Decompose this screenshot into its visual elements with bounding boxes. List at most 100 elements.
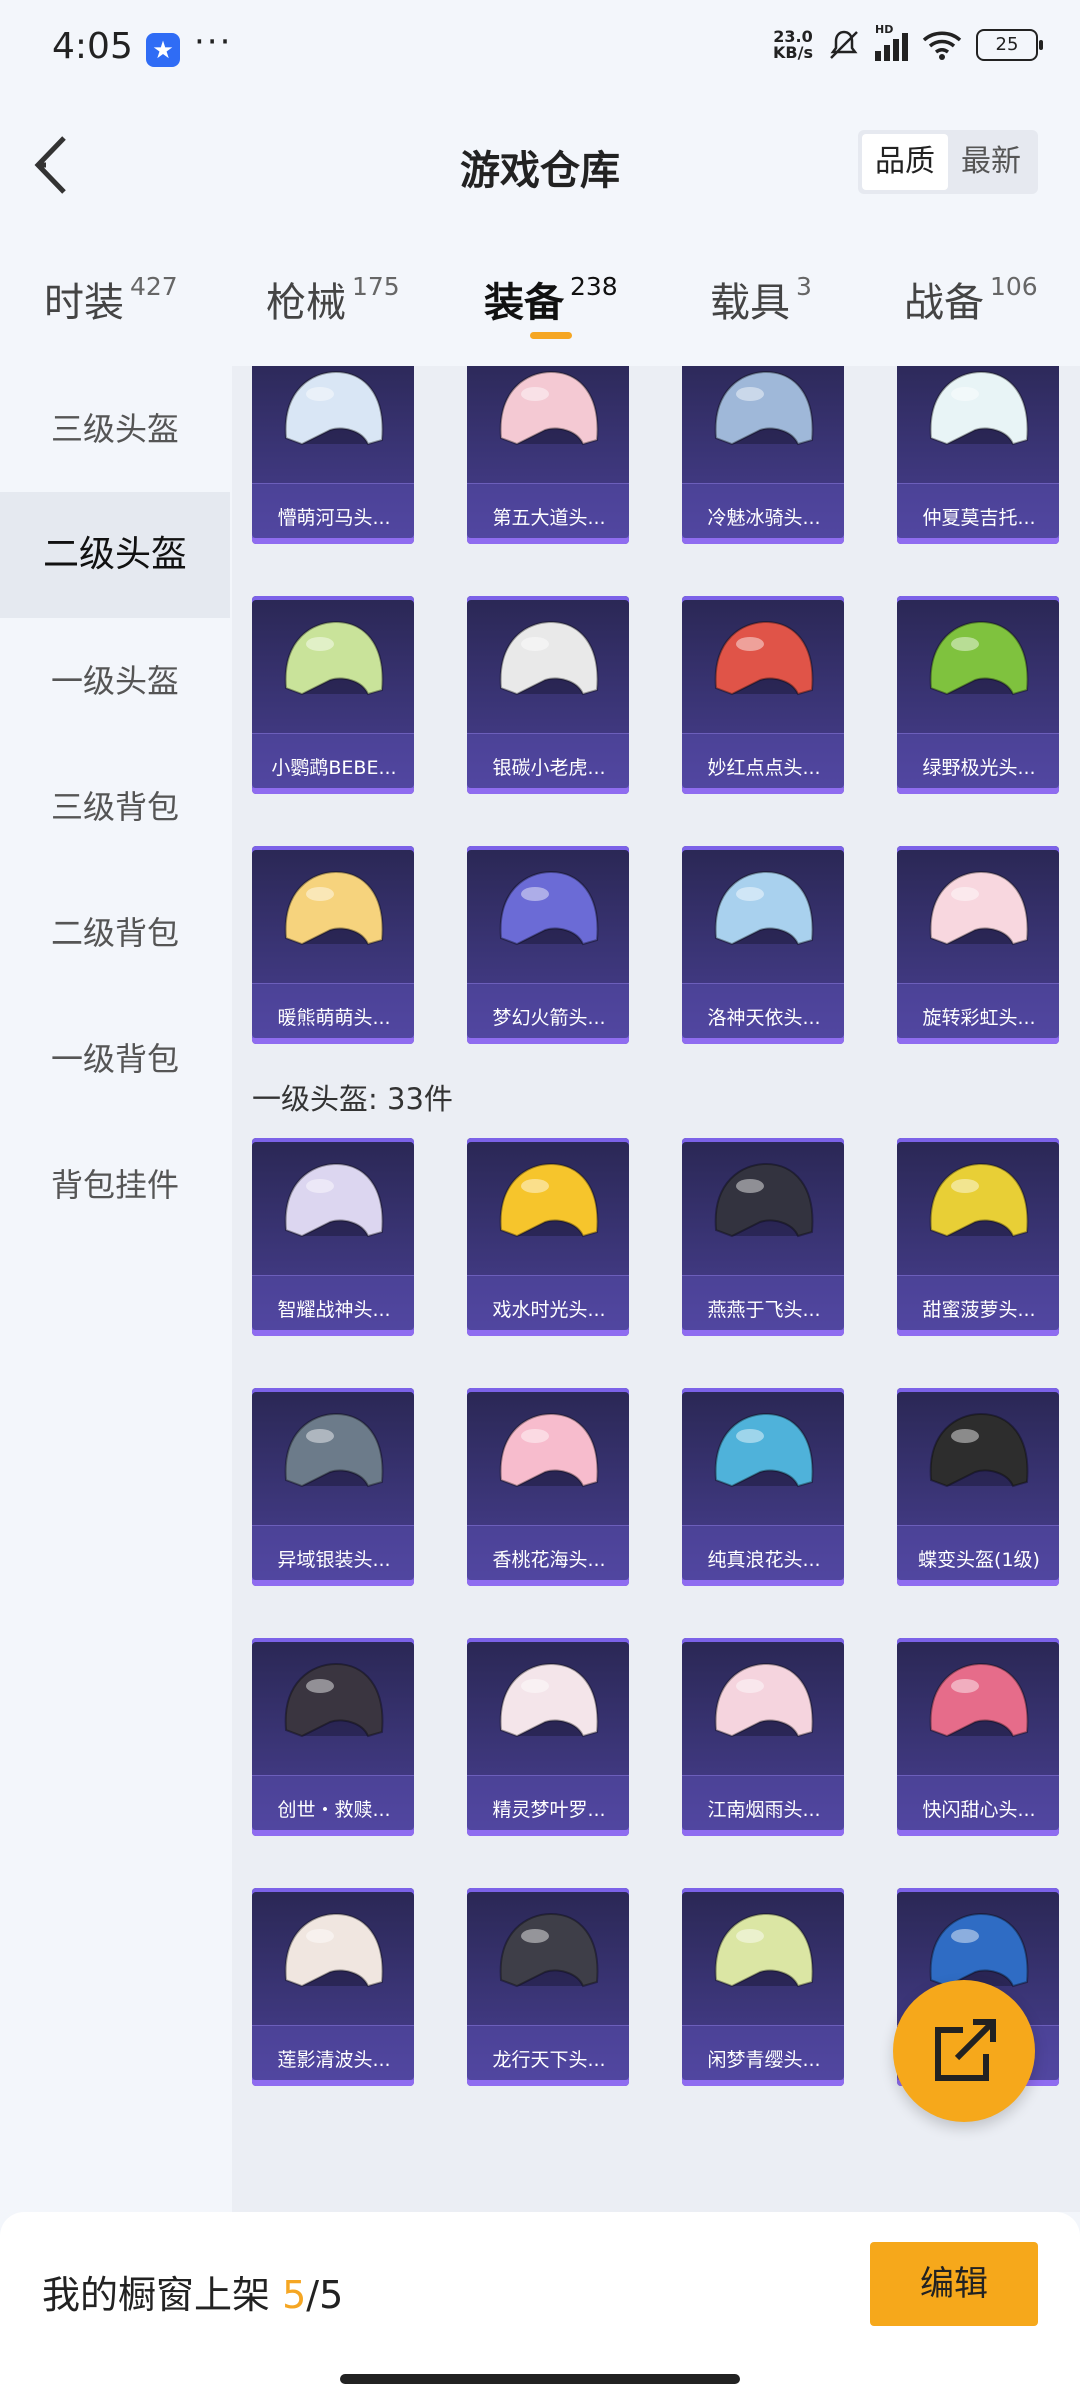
edit-button[interactable]: 编辑 <box>870 2242 1038 2326</box>
level1-helmet-grid: 智耀战神头... 戏水时光头... 燕燕于飞头... 甜蜜菠萝头... 异域银装头...… <box>252 1138 1060 2086</box>
level1-helmet-card[interactable]: 香桃花海头... <box>467 1388 629 1586</box>
level1-helmet-card[interactable]: 蝶变头盔(1级) <box>897 1388 1059 1586</box>
share-fab-button[interactable] <box>893 1980 1035 2122</box>
helmet-icon <box>929 370 1029 446</box>
helmet-icon <box>714 1662 814 1738</box>
helmet-icon <box>499 1412 599 1488</box>
helmet-icon <box>284 1662 384 1738</box>
sidebar-item-level1-backpack[interactable]: 一级背包 <box>0 996 230 1122</box>
item-name: 银碳小老虎... <box>492 757 606 779</box>
app-notification-icon: ★ <box>146 33 180 67</box>
item-name: 江南烟雨头... <box>707 1799 821 1821</box>
helmet-icon <box>929 620 1029 696</box>
item-name: 绿野极光头... <box>922 757 1036 779</box>
level2-helmet-card[interactable]: 妙红点点头... <box>682 596 844 794</box>
level1-helmet-card[interactable]: 江南烟雨头... <box>682 1638 844 1836</box>
helmet-icon <box>499 370 599 446</box>
sidebar: 三级头盔 二级头盔 一级头盔 三级背包 二级背包 一级背包 背包挂件 <box>0 366 230 2212</box>
sidebar-item-level1-helmet[interactable]: 一级头盔 <box>0 618 230 744</box>
level1-helmet-card[interactable]: 燕燕于飞头... <box>682 1138 844 1336</box>
wifi-icon <box>922 31 962 60</box>
item-name: 旋转彩虹头... <box>922 1007 1036 1029</box>
helmet-icon <box>499 1162 599 1238</box>
header-bar: 游戏仓库 品质 最新 <box>0 100 1080 230</box>
showcase-count-text: 我的橱窗上架 5/5 <box>42 2273 344 2317</box>
level2-helmet-card[interactable]: 冷魅冰骑头... <box>682 366 844 544</box>
level2-helmet-card[interactable]: 绿野极光头... <box>897 596 1059 794</box>
section-title-level1: 一级头盔: 33件 <box>252 1082 453 1116</box>
battery-indicator: 25 <box>976 29 1043 61</box>
level1-helmet-card[interactable]: 快闪甜心头... <box>897 1638 1059 1836</box>
item-name: 异域银装头... <box>277 1549 391 1571</box>
more-notifications-icon: ··· <box>194 22 233 62</box>
tab-supplies[interactable]: 战备 106 <box>904 270 1038 328</box>
helmet-icon <box>714 620 814 696</box>
sidebar-item-backpack-charm[interactable]: 背包挂件 <box>0 1122 230 1248</box>
level1-helmet-card[interactable]: 智耀战神头... <box>252 1138 414 1336</box>
helmet-icon <box>284 1912 384 1988</box>
tab-vehicles[interactable]: 载具 3 <box>710 270 812 328</box>
helmet-icon <box>714 1412 814 1488</box>
helmet-icon <box>499 620 599 696</box>
item-name: 蝶变头盔(1级) <box>918 1549 1040 1571</box>
sort-quality-button[interactable]: 品质 <box>862 134 948 190</box>
helmet-icon <box>929 870 1029 946</box>
helmet-icon <box>714 870 814 946</box>
item-name: 纯真浪花头... <box>707 1549 821 1571</box>
level1-helmet-card[interactable]: 精灵梦叶罗... <box>467 1638 629 1836</box>
item-name: 仲夏莫吉托... <box>922 507 1036 529</box>
item-name: 智耀战神头... <box>277 1299 391 1321</box>
item-name: 妙红点点头... <box>707 757 821 779</box>
level1-helmet-card[interactable]: 甜蜜菠萝头... <box>897 1138 1059 1336</box>
helmet-icon <box>714 1912 814 1988</box>
sort-toggle: 品质 最新 <box>858 130 1038 194</box>
level2-helmet-card[interactable]: 仲夏莫吉托... <box>897 366 1059 544</box>
level2-helmet-card[interactable]: 懵萌河马头... <box>252 366 414 544</box>
level1-helmet-card[interactable]: 纯真浪花头... <box>682 1388 844 1586</box>
item-name: 懵萌河马头... <box>277 507 391 529</box>
helmet-icon <box>714 1162 814 1238</box>
level2-helmet-card[interactable]: 银碳小老虎... <box>467 596 629 794</box>
item-name: 龙行天下头... <box>492 2049 606 2071</box>
level2-helmet-card[interactable]: 旋转彩虹头... <box>897 846 1059 1044</box>
tab-equipment[interactable]: 装备 238 <box>484 270 618 328</box>
item-name: 精灵梦叶罗... <box>492 1799 606 1821</box>
sidebar-item-level2-backpack[interactable]: 二级背包 <box>0 870 230 996</box>
network-speed: 23.0 KB/s <box>773 27 813 62</box>
level2-helmet-card[interactable]: 小鹦鹉BEBE... <box>252 596 414 794</box>
level1-helmet-card[interactable]: 创世・救赎... <box>252 1638 414 1836</box>
level1-helmet-card[interactable]: 闲梦青缨头... <box>682 1888 844 2086</box>
item-name: 第五大道头... <box>492 507 606 529</box>
status-bar: 4:05 ★ ··· 23.0 KB/s HD 25 <box>0 0 1080 100</box>
level2-helmet-card[interactable]: 暖熊萌萌头... <box>252 846 414 1044</box>
level1-helmet-card[interactable]: 异域银装头... <box>252 1388 414 1586</box>
level2-helmet-card[interactable]: 第五大道头... <box>467 366 629 544</box>
level2-helmet-grid: 懵萌河马头... 第五大道头... 冷魅冰骑头... 仲夏莫吉托... 小鹦鹉BEBE.… <box>252 366 1060 1044</box>
level2-helmet-card[interactable]: 洛神天依头... <box>682 846 844 1044</box>
tab-fashion[interactable]: 时装 427 <box>44 270 178 328</box>
sort-newest-button[interactable]: 最新 <box>948 134 1034 190</box>
helmet-icon <box>499 1912 599 1988</box>
helmet-icon <box>284 620 384 696</box>
item-name: 戏水时光头... <box>492 1299 606 1321</box>
showcase-footer: 我的橱窗上架 5/5 编辑 <box>0 2212 1080 2400</box>
item-content-area[interactable]: 懵萌河马头... 第五大道头... 冷魅冰骑头... 仲夏莫吉托... 小鹦鹉BEBE.… <box>232 366 1080 2212</box>
level1-helmet-card[interactable]: 戏水时光头... <box>467 1138 629 1336</box>
level2-helmet-card[interactable]: 梦幻火箭头... <box>467 846 629 1044</box>
sidebar-item-level2-helmet[interactable]: 二级头盔 <box>0 492 230 618</box>
active-tab-indicator <box>530 332 572 339</box>
item-name: 甜蜜菠萝头... <box>922 1299 1036 1321</box>
level1-helmet-card[interactable]: 莲影清波头... <box>252 1888 414 2086</box>
level1-helmet-card[interactable]: 龙行天下头... <box>467 1888 629 2086</box>
helmet-icon <box>929 1412 1029 1488</box>
helmet-icon <box>929 1662 1029 1738</box>
sidebar-item-level3-helmet[interactable]: 三级头盔 <box>0 366 230 492</box>
sidebar-item-level3-backpack[interactable]: 三级背包 <box>0 744 230 870</box>
item-name: 闲梦青缨头... <box>707 2049 821 2071</box>
item-name: 小鹦鹉BEBE... <box>271 757 397 779</box>
helmet-icon <box>284 1162 384 1238</box>
item-name: 冷魅冰骑头... <box>707 507 821 529</box>
tab-firearms[interactable]: 枪械 175 <box>266 270 400 328</box>
helmet-icon <box>499 870 599 946</box>
home-indicator <box>340 2374 740 2384</box>
